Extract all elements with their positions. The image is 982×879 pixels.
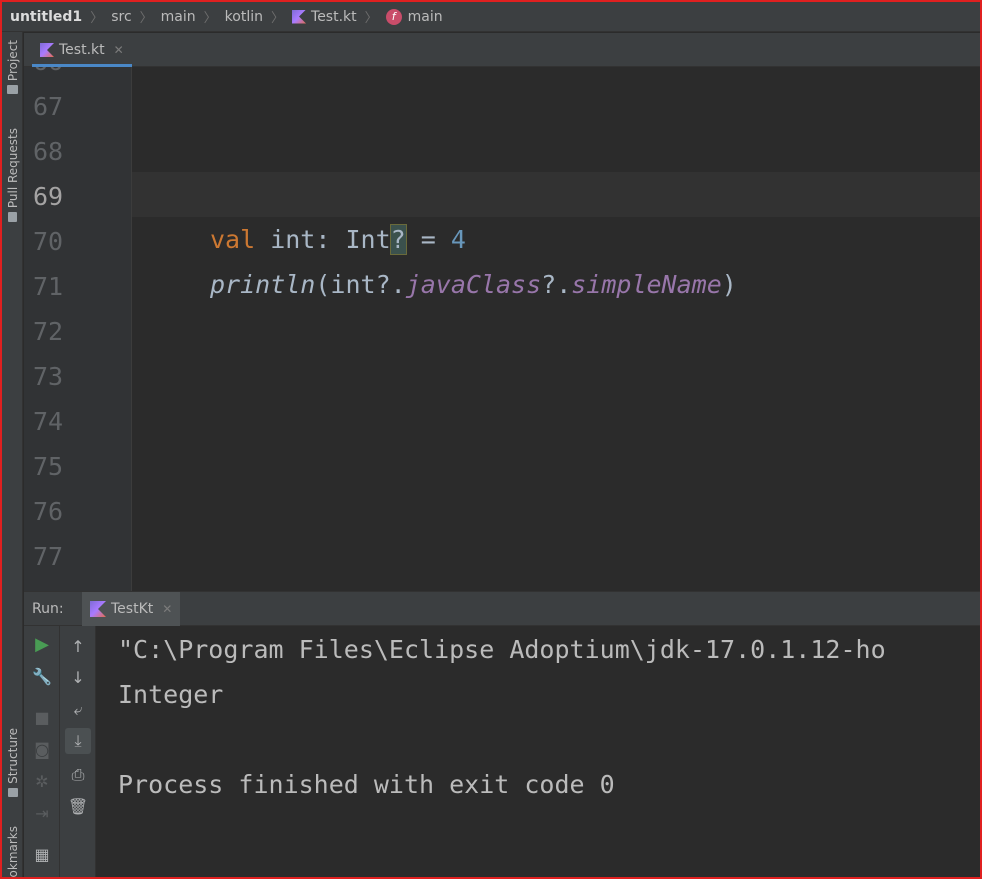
breadcrumb-function[interactable]: f main — [385, 8, 443, 25]
structure-icon — [7, 787, 18, 797]
line-number: 70 — [33, 227, 64, 256]
line-number: 74 — [33, 407, 64, 436]
line-number: 68 — [33, 137, 64, 166]
down-arrow-icon[interactable]: ↓ — [65, 664, 91, 690]
assign: = — [405, 225, 451, 254]
code-line-71[interactable]: println(int?.javaClass?.simpleName) — [210, 262, 737, 307]
close-icon[interactable]: ✕ — [162, 602, 172, 616]
tool-window-bookmarks[interactable]: ookmarks — [2, 826, 23, 879]
breadcrumb-main-folder[interactable]: main — [161, 9, 196, 25]
kotlin-file-icon — [40, 43, 54, 57]
line-number-partial: 66 — [33, 67, 63, 84]
line-number: 76 — [33, 497, 64, 526]
property-java-class: javaClass — [405, 270, 542, 299]
line-number: 75 — [33, 452, 64, 481]
line-number-current: 69 — [33, 182, 64, 211]
function-call: println — [210, 270, 316, 299]
function-icon: f — [385, 8, 402, 25]
tool-window-bookmarks-label: ookmarks — [5, 826, 20, 879]
tool-window-pull-requests[interactable]: Pull Requests — [2, 128, 23, 223]
trash-icon[interactable]: 🗑 — [65, 793, 91, 819]
call-open: (int?. — [315, 270, 406, 299]
property-simple-name: simpleName — [571, 270, 722, 299]
scroll-to-end-icon[interactable]: ⤓ — [65, 728, 91, 754]
run-tab-label: TestKt — [111, 601, 154, 617]
chevron-right-icon: 〉 — [203, 11, 217, 26]
line-number: 72 — [33, 317, 64, 346]
breadcrumb-file-label: Test.kt — [311, 8, 357, 25]
tool-window-structure-label: Structure — [5, 728, 20, 784]
chevron-right-icon: 〉 — [271, 11, 285, 26]
call-close: ) — [721, 270, 737, 299]
current-line-highlight — [132, 172, 980, 217]
declaration: int: Int — [255, 225, 391, 254]
run-toolbar-primary: ▶ 🔧 ■ ◙ ✲ ⇥ ▦ — [24, 626, 60, 877]
run-label: Run: — [32, 601, 64, 617]
ide-window: untitled1 〉 src 〉 main 〉 kotlin 〉 Test.k… — [0, 0, 982, 879]
chevron-right-icon: 〉 — [90, 11, 104, 26]
code-editor[interactable]: 66 67 68 69 70 71 72 73 74 75 76 77 78 v… — [24, 67, 980, 591]
editor-tab-bar: Test.kt ✕ — [24, 33, 980, 67]
safe-call: ?. — [541, 270, 572, 299]
line-number: 71 — [33, 272, 64, 301]
layout-icon[interactable]: ▦ — [29, 841, 55, 867]
stop-icon[interactable]: ■ — [29, 704, 55, 730]
number-literal: 4 — [450, 225, 466, 254]
line-number: 73 — [33, 362, 64, 391]
kotlin-run-config-icon — [90, 601, 106, 617]
soft-wrap-icon[interactable]: ⤶ — [65, 697, 91, 723]
folder-icon — [7, 85, 18, 95]
close-icon[interactable]: ✕ — [114, 43, 124, 57]
keyword-val: val — [210, 225, 256, 254]
code-line-70[interactable]: val int: Int? = 4 — [210, 217, 466, 262]
line-number-partial: 78 — [33, 579, 63, 591]
up-arrow-icon[interactable]: ↑ — [65, 633, 91, 659]
exit-icon[interactable]: ⇥ — [29, 800, 55, 826]
line-number-gutter: 66 67 68 69 70 71 72 73 74 75 76 77 78 — [24, 67, 132, 591]
chevron-right-icon: 〉 — [139, 11, 153, 26]
console-output[interactable]: "C:\Program Files\Eclipse Adoptium\jdk-1… — [96, 626, 980, 877]
breadcrumb-function-label: main — [407, 8, 443, 25]
settings-icon[interactable]: ✲ — [29, 768, 55, 794]
left-tool-stripe: Project Pull Requests Structure ookmarks — [2, 32, 23, 879]
line-number: 77 — [33, 542, 64, 571]
tool-window-pull-requests-label: Pull Requests — [5, 128, 20, 209]
console-line: Process finished with exit code 0 — [118, 770, 615, 799]
print-icon[interactable]: ⎙ — [65, 762, 91, 788]
breadcrumb-kotlin[interactable]: kotlin — [225, 9, 263, 25]
breadcrumb-file[interactable]: Test.kt — [292, 9, 357, 25]
breadcrumb-project[interactable]: untitled1 — [10, 9, 82, 25]
line-number: 67 — [33, 92, 64, 121]
tool-window-structure[interactable]: Structure — [2, 728, 23, 797]
tool-window-project[interactable]: Project — [2, 40, 23, 95]
tool-window-project-label: Project — [5, 40, 20, 82]
run-panel-header: Run: TestKt ✕ — [24, 591, 980, 626]
console-line: "C:\Program Files\Eclipse Adoptium\jdk-1… — [118, 635, 886, 664]
wrench-icon[interactable]: 🔧 — [29, 663, 55, 689]
pull-request-icon — [8, 212, 17, 223]
nullable-marker-highlight: ? — [389, 224, 407, 255]
console-line: Integer — [118, 680, 224, 709]
breadcrumb-src[interactable]: src — [111, 9, 131, 25]
rerun-icon[interactable]: ▶ — [29, 631, 55, 657]
tab-run-testkt[interactable]: TestKt ✕ — [82, 592, 181, 626]
chevron-right-icon: 〉 — [364, 11, 378, 26]
camera-icon[interactable]: ◙ — [29, 736, 55, 762]
breadcrumb: untitled1 〉 src 〉 main 〉 kotlin 〉 Test.k… — [2, 2, 980, 32]
run-toolbar-secondary: ↑ ↓ ⤶ ⤓ ⎙ 🗑 — [60, 626, 96, 877]
kotlin-file-icon — [292, 9, 307, 24]
tab-test-kt[interactable]: Test.kt ✕ — [32, 33, 132, 67]
tab-label: Test.kt — [59, 42, 105, 58]
